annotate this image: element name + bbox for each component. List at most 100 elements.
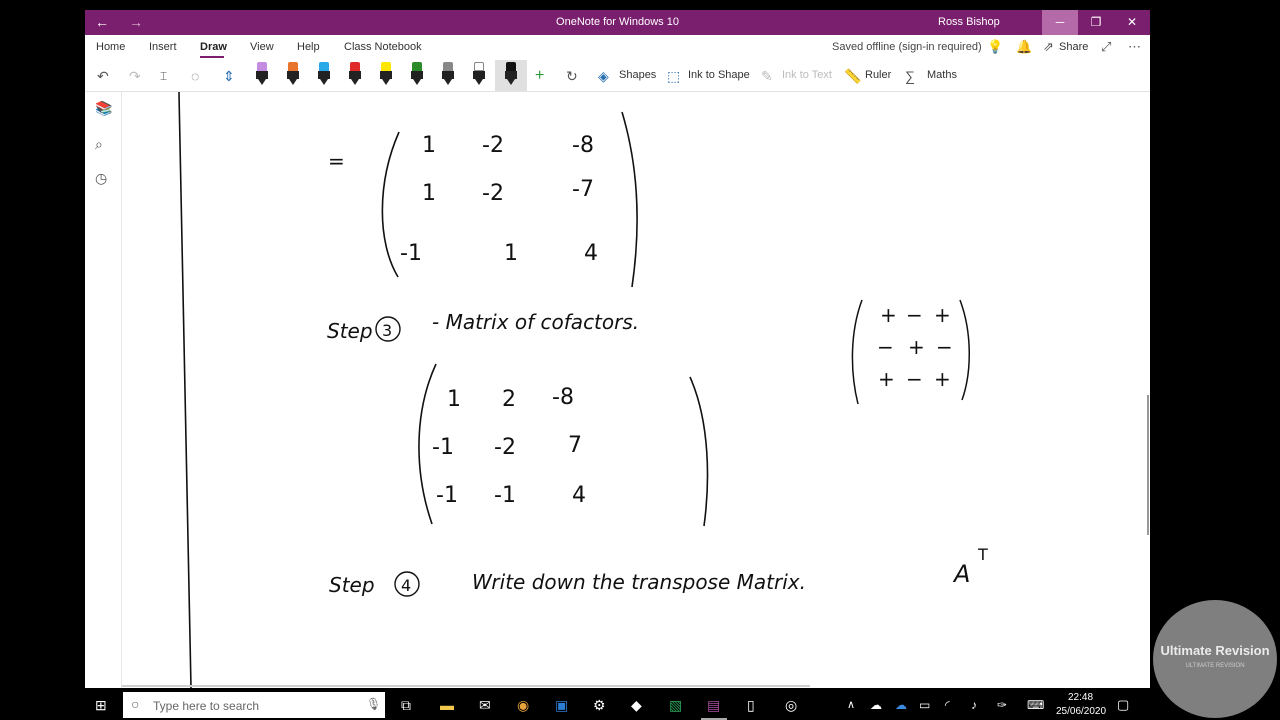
ribbon-tabs: Home Insert Draw View Help Class Noteboo… <box>85 35 1150 60</box>
add-space-icon[interactable]: ⇕ <box>223 68 235 84</box>
shapes-button[interactable]: Shapes <box>619 69 656 81</box>
clock-date[interactable]: 25/06/2020 <box>1056 706 1106 717</box>
watermark-title: Ultimate Revision <box>1160 643 1270 658</box>
ink-to-shape-icon[interactable]: ⬚ <box>667 68 680 84</box>
pen-6[interactable] <box>440 62 456 88</box>
pen-4[interactable] <box>347 62 363 88</box>
onedrive-business-icon[interactable]: ☁ <box>895 696 907 714</box>
pen-color <box>350 62 360 71</box>
file-explorer-icon[interactable]: ▬ <box>440 696 454 714</box>
share-button[interactable]: Share <box>1059 41 1088 53</box>
show-hidden-icons-icon[interactable]: ∧ <box>847 696 855 714</box>
pen-7[interactable] <box>471 62 487 88</box>
bell-icon[interactable]: 🔔 <box>1016 39 1032 55</box>
outlook-icon[interactable]: ▣ <box>555 696 568 714</box>
desktop-screen: ← → OneNote for Windows 10 Ross Bishop ─… <box>0 0 1280 720</box>
clock-time[interactable]: 22:48 <box>1068 692 1093 703</box>
maths-icon[interactable]: ∑ <box>905 68 915 84</box>
pen-color <box>288 62 298 71</box>
highlighter-1[interactable] <box>378 62 394 88</box>
redo-icon[interactable]: ↷ <box>129 68 141 84</box>
taskbar-search[interactable]: ○ Type here to search 🎙 <box>123 692 385 718</box>
ruler-button[interactable]: Ruler <box>865 69 891 81</box>
tab-draw[interactable]: Draw <box>200 41 227 53</box>
tab-class-notebook[interactable]: Class Notebook <box>344 41 422 53</box>
sign-matrix-cell: + <box>934 303 951 327</box>
matrix1-left-bracket <box>381 131 400 278</box>
tab-help[interactable]: Help <box>297 41 320 53</box>
ruler-icon[interactable]: 📏 <box>844 68 861 84</box>
tab-view[interactable]: View <box>250 41 274 53</box>
cortana-circle-icon: ○ <box>131 696 140 712</box>
onenote-icon[interactable]: ▤ <box>707 696 720 714</box>
expand-icon[interactable]: ⤢ <box>1101 39 1111 55</box>
matrix2-right-bracket <box>689 376 709 527</box>
pen-1[interactable] <box>254 62 270 88</box>
active-tab-indicator <box>200 56 224 58</box>
title-bar: ← → OneNote for Windows 10 Ross Bishop ─… <box>85 10 1150 35</box>
windows-start-icon[interactable]: ⊞ <box>95 696 107 714</box>
search-icon[interactable]: ⌕ <box>95 136 103 153</box>
pen-workspace-icon[interactable]: ✑ <box>997 696 1007 714</box>
sync-status: Saved offline (sign-in required) <box>832 41 982 53</box>
sign-matrix-cell: + <box>908 335 925 359</box>
close-button[interactable]: ✕ <box>1114 10 1150 35</box>
volume-icon[interactable]: ♪ <box>971 696 977 714</box>
step3-text: - Matrix of cofactors. <box>432 310 639 334</box>
settings-gear-icon[interactable]: ⚙ <box>593 696 606 714</box>
more-options-icon[interactable]: ⋯ <box>1128 39 1141 55</box>
microphone-icon[interactable]: 🎙 <box>366 697 381 711</box>
page-canvas[interactable]: = 1 -2 -8 1 -2 -7 -1 1 4 Step 3 - Matrix… <box>122 92 1150 688</box>
pen-3[interactable] <box>316 62 332 88</box>
share-icon[interactable]: ⇗ <box>1043 39 1054 55</box>
ink-to-text-icon[interactable]: ✎ <box>761 68 773 84</box>
matrix1-cell: 1 <box>504 241 518 266</box>
add-pen-icon[interactable]: + <box>535 68 544 84</box>
geogebra-icon[interactable]: ▧ <box>669 696 682 714</box>
tab-home[interactable]: Home <box>96 41 125 53</box>
pen-selected[interactable] <box>503 62 519 88</box>
search-placeholder: Type here to search <box>153 699 260 713</box>
maths-button[interactable]: Maths <box>927 69 957 81</box>
obs-icon[interactable]: ◎ <box>785 696 797 714</box>
recent-clock-icon[interactable]: ◷ <box>95 170 107 187</box>
equals-sign: = <box>328 149 345 173</box>
minimize-button[interactable]: ─ <box>1042 10 1078 35</box>
sign-matrix-cell: + <box>934 367 951 391</box>
chrome-icon[interactable]: ◉ <box>517 696 529 714</box>
sign-matrix-left-bracket <box>851 299 863 405</box>
vertical-scrollbar[interactable] <box>1147 395 1149 535</box>
shapes-icon[interactable]: ◈ <box>598 68 609 84</box>
matrix1-right-bracket <box>621 111 638 288</box>
notebooks-icon[interactable]: 📚 <box>95 100 112 117</box>
ink-to-text-button[interactable]: Ink to Text <box>782 69 832 81</box>
onedrive-icon[interactable]: ☁ <box>870 696 882 714</box>
matrix1-cell: -2 <box>482 133 504 158</box>
ink-replay-icon[interactable]: ↻ <box>566 68 578 84</box>
mail-icon[interactable]: ✉ <box>479 696 491 714</box>
sign-matrix-cell: + <box>880 303 897 327</box>
task-view-icon[interactable]: ⧉ <box>401 696 411 714</box>
phone-app-icon[interactable]: ▯ <box>747 696 755 714</box>
ink-to-shape-button[interactable]: Ink to Shape <box>688 69 750 81</box>
lasso-select-icon[interactable]: ◌ <box>191 68 199 84</box>
user-account[interactable]: Ross Bishop <box>938 16 1000 28</box>
pen-5[interactable] <box>409 62 425 88</box>
pen-2[interactable] <box>285 62 301 88</box>
notifications-icon[interactable]: ▢ <box>1117 696 1129 714</box>
keyboard-icon[interactable]: ⌨ <box>1027 696 1044 714</box>
onenote-window: ← → OneNote for Windows 10 Ross Bishop ─… <box>85 10 1150 688</box>
matrix2-cell: -1 <box>494 483 516 508</box>
tab-insert[interactable]: Insert <box>149 41 177 53</box>
windows-taskbar: ⊞ ○ Type here to search 🎙 ⧉ ▬ ✉ ◉ ▣ ⚙ ◆ … <box>85 690 1150 720</box>
wifi-icon[interactable]: ◜ <box>945 696 950 714</box>
maximize-button[interactable]: ❐ <box>1078 10 1114 35</box>
margin-line <box>178 92 192 688</box>
matrix2-cell: 1 <box>447 387 461 412</box>
lightbulb-icon[interactable]: 💡 <box>987 39 1003 55</box>
battery-icon[interactable]: ▭ <box>919 696 930 714</box>
undo-icon[interactable]: ↶ <box>97 68 109 84</box>
app-icon[interactable]: ◆ <box>631 696 642 714</box>
type-select-icon[interactable]: ⌶ <box>160 68 167 84</box>
matrix2-cell: -1 <box>436 483 458 508</box>
